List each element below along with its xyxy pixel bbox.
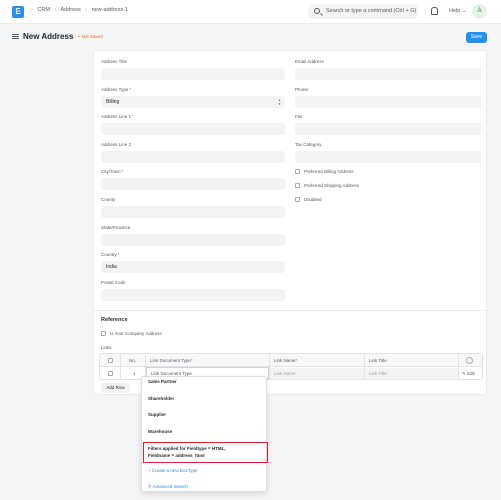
row-number: 1 [133, 371, 136, 376]
country-label: Country* [101, 252, 120, 257]
preferred-shipping-checkbox[interactable] [295, 183, 300, 188]
save-button[interactable]: Save [466, 32, 487, 43]
state-label: State/Province [101, 225, 131, 230]
top-navbar: E › CRM › Address › new-address-1 Search… [0, 0, 501, 24]
search-placeholder: Search or type a command (Ctrl + G) [326, 8, 417, 14]
is-company-address-checkbox[interactable] [101, 331, 106, 336]
link-title-input[interactable]: Link Title [365, 368, 458, 379]
page-header: New Address Not Saved Save [0, 24, 501, 50]
tax-category-label: Tax Category [295, 142, 322, 147]
chevron-right-icon: › [31, 7, 33, 13]
dropdown-option-supplier[interactable]: Supplier [148, 412, 166, 417]
county-input[interactable] [101, 206, 285, 218]
dropdown-option-shareholder[interactable]: Shareholder [148, 396, 174, 401]
filters-applied-notice: Filters applied for Fieldtype = HTML, Fi… [143, 442, 268, 463]
address-type-label: Address Type* [101, 87, 132, 92]
address-line1-label: Address Line 1* [101, 114, 134, 119]
link-doctype-dropdown: Sales Partner Shareholder Supplier Wareh… [141, 376, 268, 492]
address-type-select[interactable]: Billing ▲ ▼ [101, 96, 285, 108]
preferred-billing-checkbox[interactable] [295, 169, 300, 174]
avatar[interactable]: A [472, 4, 487, 19]
phone-input[interactable] [295, 96, 481, 108]
breadcrumb-address[interactable]: Address [61, 7, 81, 13]
status-indicator: Not Saved [78, 34, 103, 39]
column-divider [120, 354, 121, 379]
email-label: Email Address [295, 59, 324, 64]
filter-text-line1: Filters applied for Fieldtype = HTML, [148, 446, 226, 451]
breadcrumb: › CRM › Address › new-address-1 [28, 7, 128, 13]
column-header-no: No. [129, 358, 137, 363]
link-name-input[interactable]: Link Name [270, 368, 364, 379]
phone-label: Phone [295, 87, 309, 92]
city-input[interactable] [101, 178, 285, 190]
chevron-right-icon: › [54, 7, 57, 13]
search-icon [314, 8, 320, 14]
tax-category-input[interactable] [295, 151, 481, 163]
state-input[interactable] [101, 234, 285, 246]
disabled-checkbox[interactable] [295, 197, 300, 202]
dropdown-option-warehouse[interactable]: Warehouse [148, 429, 172, 434]
reference-section-title: Reference [101, 317, 128, 323]
column-divider [458, 354, 459, 379]
app-logo[interactable]: E [12, 6, 24, 18]
county-label: County [101, 197, 116, 202]
preferred-shipping-label: Preferred Shipping Address [304, 183, 360, 188]
chevron-right-icon: › [85, 7, 88, 13]
fax-label: Fax [295, 114, 303, 119]
country-input[interactable]: India [101, 261, 285, 273]
address-title-label: Address Title [101, 59, 128, 64]
address-title-input[interactable] [101, 68, 285, 80]
city-label: City/Town* [101, 169, 124, 174]
notification-bell-icon[interactable] [431, 7, 438, 15]
row-checkbox[interactable] [108, 371, 113, 376]
is-company-address-label: Is Your Company Address [110, 331, 162, 336]
help-label: Help [449, 8, 461, 14]
pencil-icon: ✎ [462, 371, 466, 376]
create-new-doctype-link[interactable]: + Create a new DocType [148, 468, 198, 473]
address-line2-label: Address Line 2 [101, 142, 132, 147]
dropdown-option-sales-partner[interactable]: Sales Partner [148, 379, 177, 384]
add-row-button[interactable]: Add Row [101, 383, 130, 393]
postal-code-input[interactable] [101, 289, 285, 301]
select-arrows-icon: ▲ ▼ [278, 98, 281, 106]
breadcrumb-crm[interactable]: CRM [37, 7, 50, 13]
column-header-link-name: Link Name* [274, 358, 298, 363]
address-form: Address Title Address Type* Billing ▲ ▼ Ad… [93, 50, 488, 395]
search-bar[interactable]: Search or type a command (Ctrl + G) [308, 4, 418, 19]
email-input[interactable] [295, 68, 481, 80]
sidebar-toggle-icon[interactable] [12, 34, 19, 39]
filter-text-line2: Fieldname = address_html [148, 453, 205, 458]
search-icon: ⚲ [148, 484, 152, 489]
chevron-down-icon: ⌄ [461, 8, 467, 14]
address-line2-input[interactable] [101, 151, 285, 163]
postal-code-label: Postal Code [101, 280, 126, 285]
column-header-link-title: Link Title [369, 358, 387, 363]
help-dropdown[interactable]: Help ⌄ [449, 8, 466, 14]
column-header-link-document-type: Link Document Type* [150, 358, 193, 363]
fax-input[interactable] [295, 123, 481, 135]
breadcrumb-current: new-address-1 [91, 7, 128, 13]
disabled-label: Disabled [304, 197, 322, 202]
advanced-search-link[interactable]: ⚲ Advanced Search [148, 484, 188, 490]
row-edit-button[interactable]: ✎ Edit [462, 371, 475, 377]
page-title: New Address [23, 32, 74, 41]
section-divider [94, 310, 488, 311]
select-all-checkbox[interactable] [108, 358, 113, 363]
preferred-billing-label: Preferred Billing Address [304, 169, 354, 174]
links-label: Links [101, 345, 112, 350]
address-line1-input[interactable] [101, 123, 285, 135]
settings-gear-icon[interactable] [466, 357, 473, 364]
